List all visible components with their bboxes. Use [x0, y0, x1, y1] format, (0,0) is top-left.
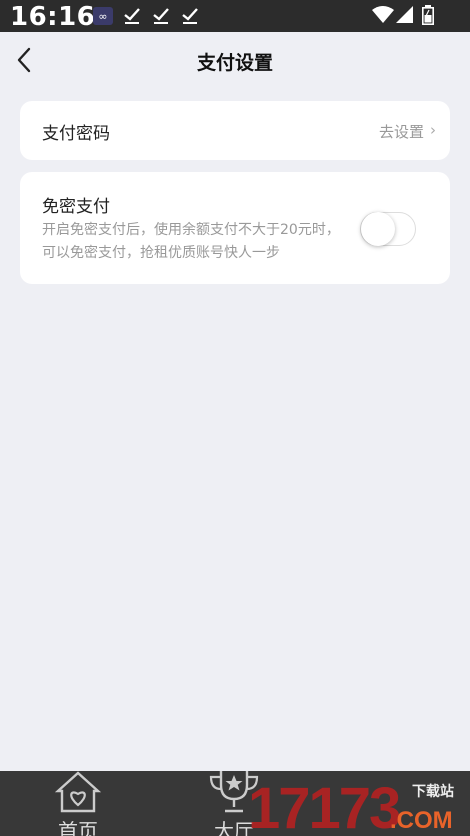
signal-icon [396, 6, 414, 28]
watermark-number: 17173 [248, 776, 401, 836]
payment-password-label: 支付密码 [42, 124, 110, 144]
payment-password-row[interactable]: 支付密码 去设置 › [20, 101, 450, 160]
password-free-description: 开启免密支付后，使用余额支付不大于20元时，可以免密支付，抢租优质账号快人一步 [42, 222, 340, 261]
page-title: 支付设置 [196, 52, 273, 74]
check-icon [181, 6, 199, 28]
svg-text:∞: ∞ [98, 10, 107, 23]
wifi-icon [372, 6, 394, 28]
bottom-tab-bar: 首页 大厅 17173 下载站 .COM [0, 771, 470, 836]
watermark-site-label: 下载站 [412, 784, 454, 800]
password-free-toggle[interactable] [360, 212, 416, 246]
battery-icon [422, 5, 434, 29]
infinity-app-icon: ∞ [93, 7, 113, 29]
check-icon [123, 6, 141, 28]
tab-home[interactable]: 首页 [28, 771, 128, 836]
status-bar: 16:16 ∞ [0, 0, 470, 32]
nav-bar: 支付设置 [0, 32, 470, 90]
tab-home-label: 首页 [58, 819, 98, 836]
password-free-card: 免密支付 开启免密支付后，使用余额支付不大于20元时，可以免密支付，抢租优质账号… [20, 172, 450, 284]
check-icon [152, 6, 170, 28]
watermark-domain: .COM [390, 807, 453, 834]
home-icon [54, 771, 102, 817]
status-time: 16:16 [10, 2, 96, 32]
password-free-label: 免密支付 [42, 197, 110, 217]
payment-password-value: 去设置 [378, 123, 424, 141]
chevron-right-icon: › [430, 121, 436, 139]
toggle-knob [361, 212, 395, 246]
